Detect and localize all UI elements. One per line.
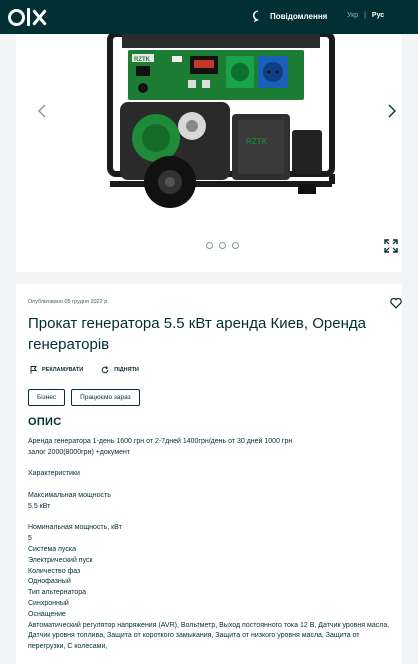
svg-text:RZTK: RZTK bbox=[246, 137, 268, 146]
description-line: Оснащение bbox=[28, 610, 66, 618]
description-line bbox=[28, 459, 396, 470]
refresh-icon bbox=[101, 366, 109, 374]
expand-icon bbox=[384, 239, 398, 253]
raise-button[interactable]: ПІДНЯТИ bbox=[101, 366, 139, 374]
lang-ru-link[interactable]: Рус bbox=[372, 12, 384, 19]
description-text: Аренда генератора 1-день 1600 грн от 2-7… bbox=[28, 437, 396, 653]
advertise-button[interactable]: РЕКЛАМУВАТИ bbox=[30, 366, 83, 374]
svg-text:RZTK: RZTK bbox=[134, 57, 151, 63]
lang-uk-link[interactable]: Укр bbox=[347, 12, 358, 19]
language-switcher: Укр | Рус bbox=[347, 12, 384, 19]
ad-actions: РЕКЛАМУВАТИ ПІДНЯТИ bbox=[30, 366, 139, 374]
description-line: залог 2000(8000грн) +документ bbox=[28, 448, 131, 456]
description-line bbox=[28, 480, 396, 491]
chevron-left-icon bbox=[38, 104, 46, 118]
description-line: Электрический пуск bbox=[28, 556, 93, 564]
generator-image: RZTK RZTK bbox=[107, 34, 335, 208]
pagination-dot-3[interactable] bbox=[232, 242, 239, 249]
description-line: Синхронный bbox=[28, 599, 69, 607]
tag-business[interactable]: Бізнес bbox=[28, 389, 66, 406]
flag-icon bbox=[30, 366, 37, 374]
pagination-dot-1[interactable] bbox=[206, 242, 213, 249]
ad-tags: Бізнес Працюємо зараз bbox=[28, 389, 140, 406]
olx-logo[interactable] bbox=[8, 7, 46, 27]
ad-details-card: Опубліковано 05 грудня 2022 р. Прокат ге… bbox=[16, 284, 402, 664]
photo-gallery: RZTK RZTK bbox=[16, 34, 402, 272]
description-line bbox=[28, 513, 396, 524]
description-line: Автоматический регулятор напряжения (AVR… bbox=[28, 621, 390, 651]
messages-label: Повідомлення bbox=[270, 11, 328, 21]
description-line: Однофазный bbox=[28, 578, 71, 586]
description-line: Система пуска bbox=[28, 545, 76, 553]
description-line: 5 bbox=[28, 535, 32, 543]
description-line: 5.5 кВт bbox=[28, 502, 51, 510]
ad-title: Прокат генератора 5.5 кВт аренда Киев, О… bbox=[28, 315, 366, 353]
raise-label: ПІДНЯТИ bbox=[114, 367, 139, 373]
previous-photo-button[interactable] bbox=[33, 102, 51, 120]
top-bar: Повідомлення Укр | Рус bbox=[0, 0, 418, 34]
description-line: Характеристики bbox=[28, 470, 80, 478]
chat-icon bbox=[252, 10, 259, 22]
photo-pagination bbox=[206, 242, 239, 249]
tag-working-now[interactable]: Працюємо зараз bbox=[71, 389, 140, 406]
description-line: Максимальная мощность bbox=[28, 491, 111, 499]
published-date: Опубліковано 05 грудня 2022 р. bbox=[28, 299, 109, 305]
advertise-label: РЕКЛАМУВАТИ bbox=[42, 367, 84, 373]
generator-photo[interactable]: RZTK RZTK bbox=[92, 34, 350, 230]
heart-icon bbox=[390, 297, 402, 309]
description-line: Аренда генератора 1-день 1600 грн от 2-7… bbox=[28, 438, 293, 445]
favorite-button[interactable] bbox=[390, 296, 402, 309]
description-line: Количество фаз bbox=[28, 567, 81, 575]
chevron-right-icon bbox=[388, 104, 396, 118]
messages-link[interactable]: Повідомлення bbox=[252, 10, 327, 22]
description-line: Номинальная мощность, кВт bbox=[28, 524, 122, 532]
fullscreen-button[interactable] bbox=[384, 239, 398, 253]
next-photo-button[interactable] bbox=[383, 102, 401, 120]
description-heading: ОПИС bbox=[28, 416, 62, 428]
lang-separator: | bbox=[364, 12, 366, 19]
pagination-dot-2[interactable] bbox=[219, 242, 226, 249]
description-line: Тип альтернатора bbox=[28, 589, 87, 597]
